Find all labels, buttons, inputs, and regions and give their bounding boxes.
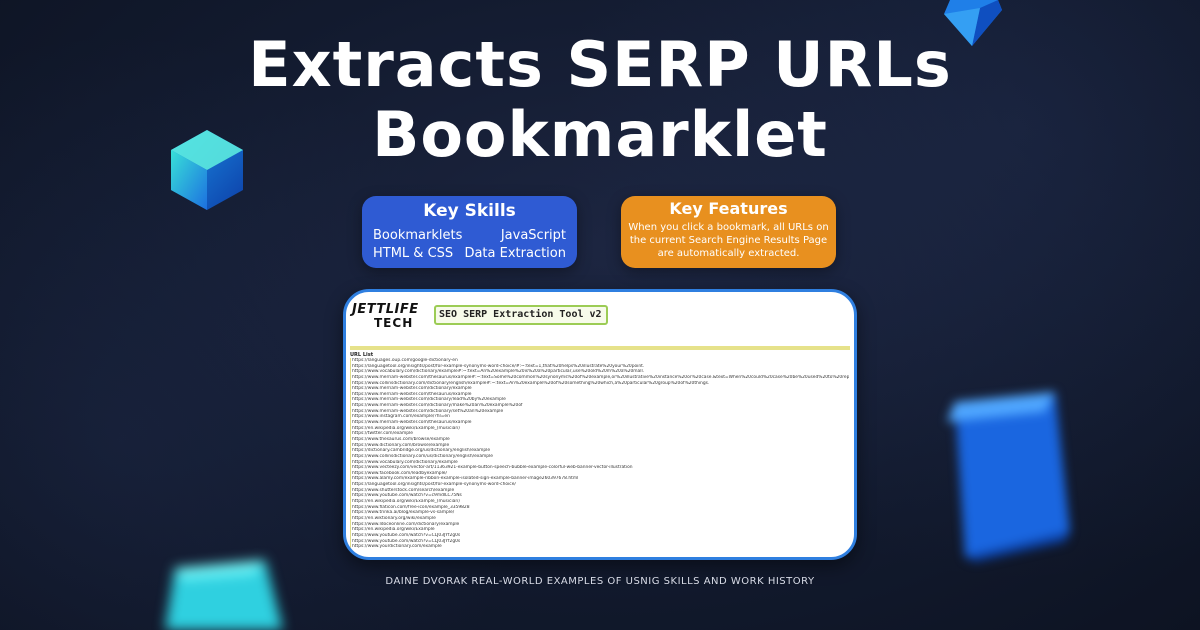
logo-text-top: JETTLIFE <box>352 302 419 317</box>
header-divider <box>350 346 850 350</box>
footer-caption: DAINE DVORAK REAL-WORLD EXAMPLES OF USNI… <box>385 576 815 587</box>
jettlife-tech-logo: JETTLIFE TECH <box>352 302 436 330</box>
tool-title: SEO SERP Extraction Tool v2 <box>434 305 608 325</box>
skill-item: Bookmarklets <box>373 228 463 243</box>
url-row[interactable]: https://www.yourdictionary.com/example <box>351 544 849 550</box>
blurred-cube-shape-right <box>947 392 1070 562</box>
key-skills-card: Key Skills Bookmarklets JavaScript HTML … <box>362 196 577 268</box>
url-list[interactable]: https://languages.oup.com/google-diction… <box>350 358 849 557</box>
tool-screenshot: JETTLIFE TECH SEO SERP Extraction Tool v… <box>343 289 857 560</box>
skill-item: JavaScript <box>500 228 566 243</box>
logo-text-bottom: TECH <box>374 316 414 330</box>
key-features-heading: Key Features <box>669 199 788 218</box>
page-title: Extracts SERP URLs Bookmarklet <box>0 30 1200 170</box>
title-line-2: Bookmarklet <box>372 98 828 171</box>
key-skills-heading: Key Skills <box>423 201 516 221</box>
key-features-description: When you click a bookmark, all URLs on t… <box>628 222 829 259</box>
key-features-card: Key Features When you click a bookmark, … <box>621 196 836 268</box>
skill-item: HTML & CSS <box>373 246 454 261</box>
skill-item: Data Extraction <box>464 246 566 261</box>
blurred-cube-shape-bottom <box>165 560 283 630</box>
title-line-1: Extracts SERP URLs <box>248 28 952 101</box>
url-row[interactable]: https://www.merriam-webster.com/thesauru… <box>351 375 849 381</box>
